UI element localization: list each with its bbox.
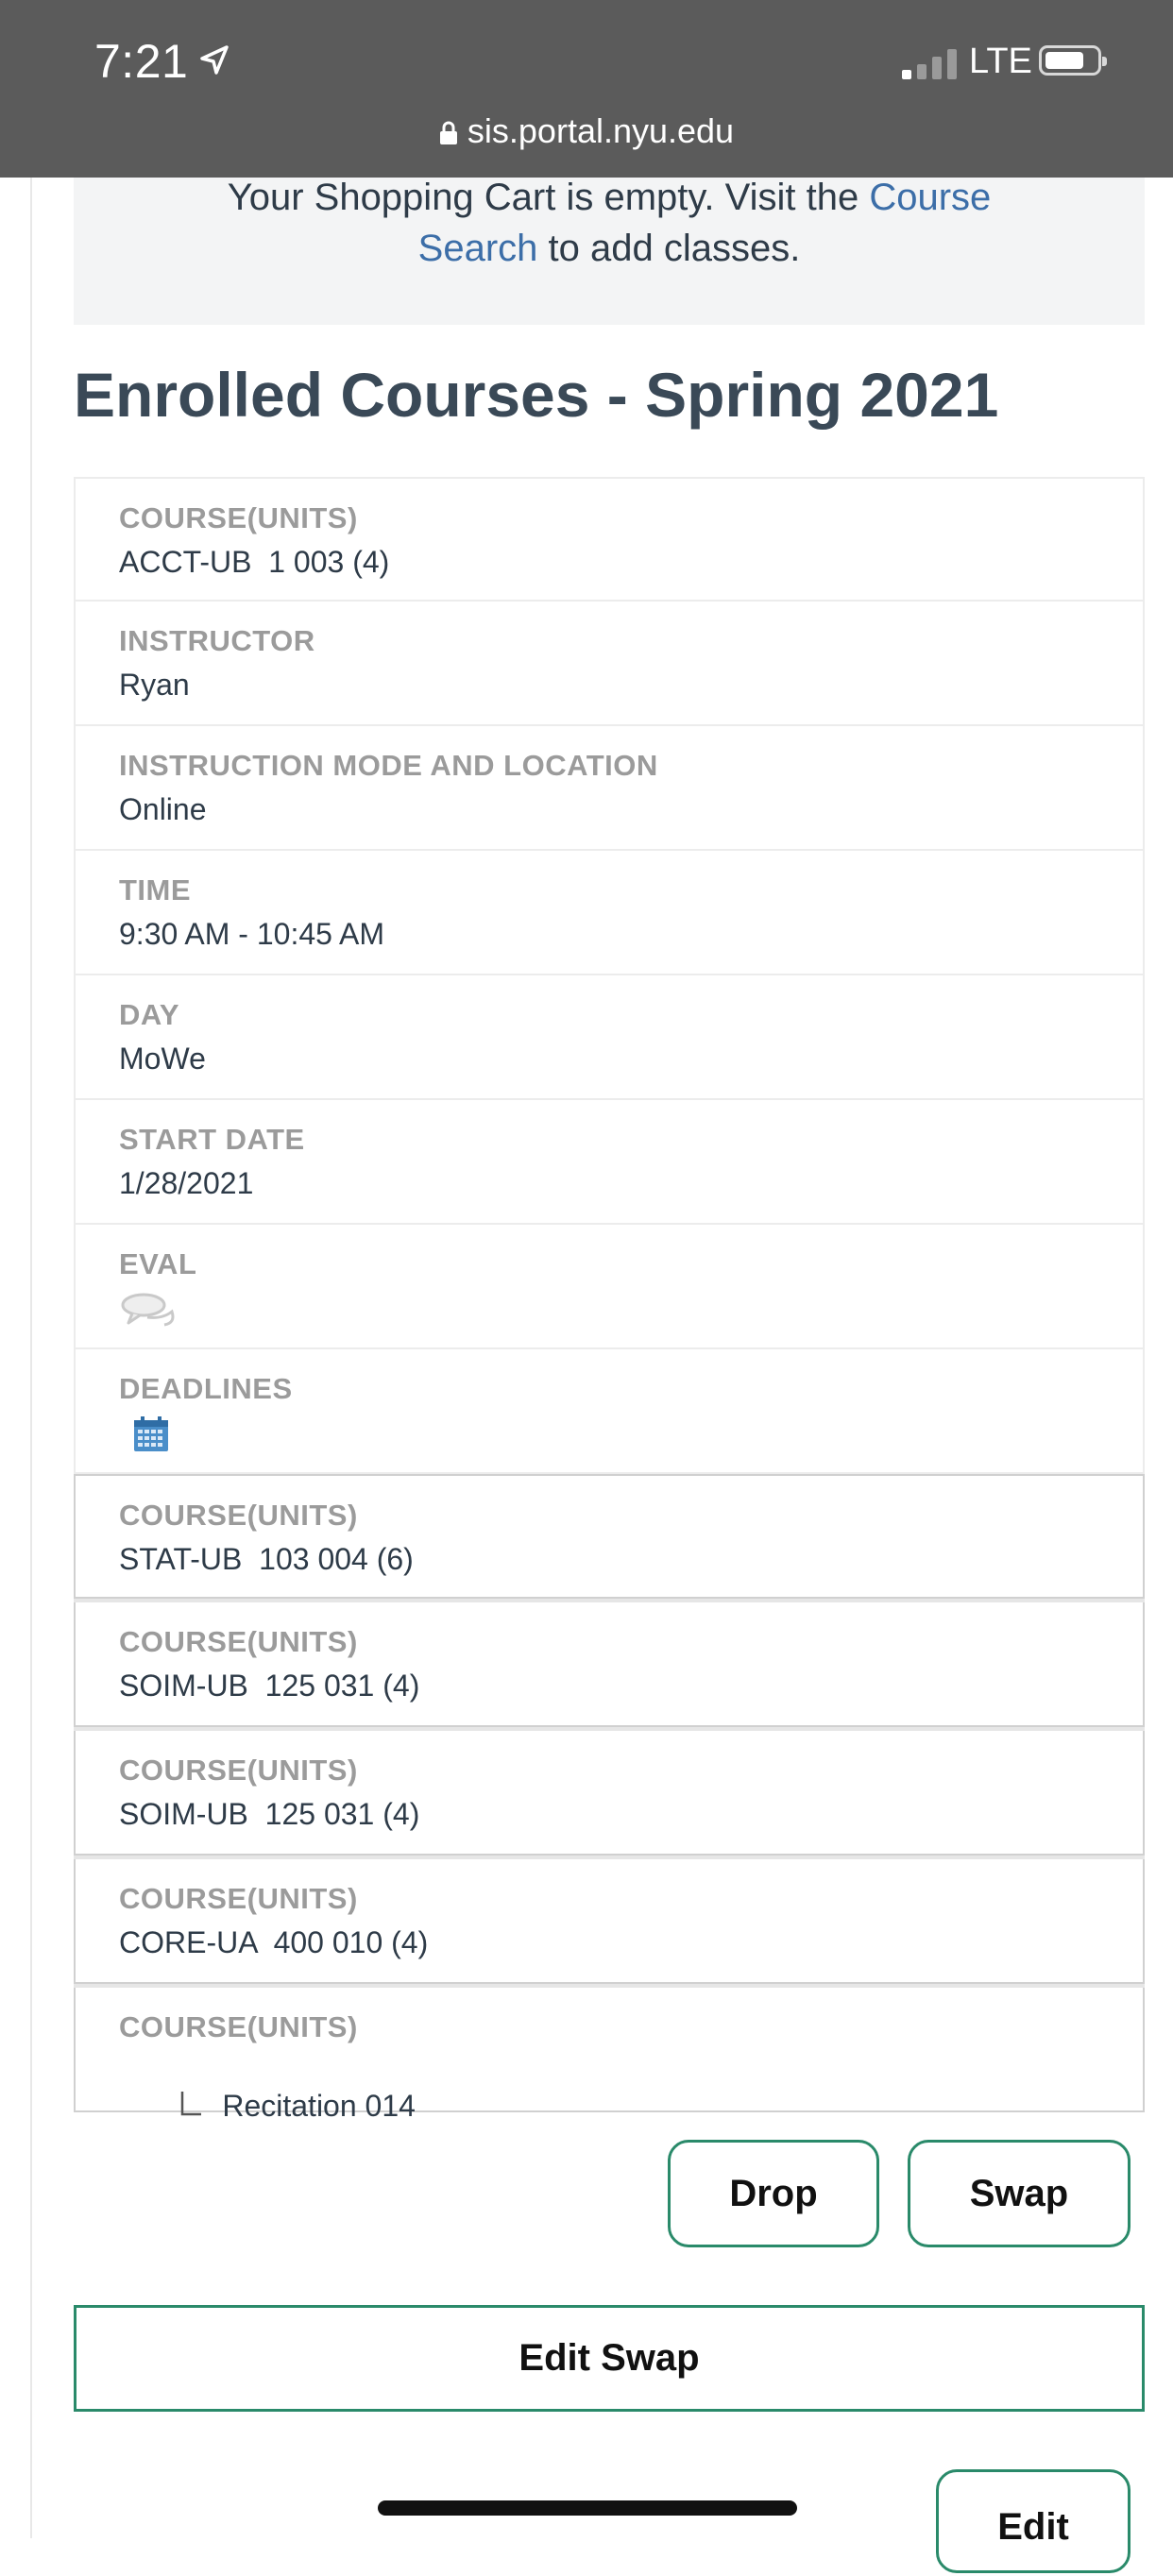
course-units-row: COURSE(UNITS) ACCT-UB 1 003 (4) <box>74 477 1145 602</box>
page-edge <box>30 178 32 2538</box>
swap-button[interactable]: Swap <box>908 2140 1130 2247</box>
row-value: SOIM-UB 125 031 (4) <box>119 1797 420 1831</box>
location-arrow-icon <box>200 45 229 75</box>
row-value: 1/28/2021 <box>119 1166 254 1200</box>
edit-swap-button[interactable]: Edit Swap <box>74 2305 1145 2412</box>
row-label: COURSE(UNITS) <box>119 1625 358 1658</box>
time-row: TIME 9:30 AM - 10:45 AM <box>74 851 1145 975</box>
row-label: COURSE(UNITS) <box>119 1754 358 1787</box>
row-value: CORE-UA 400 010 (4) <box>119 1925 429 1959</box>
course-units-row[interactable]: COURSE(UNITS) SOIM-UB 125 031 (4) <box>74 1602 1145 1727</box>
row-label: INSTRUCTOR <box>119 624 315 657</box>
edit-button[interactable]: Edit <box>936 2469 1130 2573</box>
cart-text-before: Your Shopping Cart is empty. Visit the <box>227 177 870 218</box>
day-row: DAY MoWe <box>74 975 1145 1100</box>
start-date-row: START DATE 1/28/2021 <box>74 1100 1145 1225</box>
row-label: DAY <box>119 998 180 1031</box>
row-value: Ryan <box>119 668 190 702</box>
page-title: Enrolled Courses - Spring 2021 <box>74 360 999 430</box>
speech-bubbles-icon[interactable] <box>119 1291 178 1329</box>
row-label: TIME <box>119 873 192 907</box>
row-value: ACCT-UB 1 003 (4) <box>119 545 390 579</box>
instructor-row: INSTRUCTOR Ryan <box>74 602 1145 726</box>
instruction-mode-row: INSTRUCTION MODE AND LOCATION Online <box>74 726 1145 851</box>
row-value: Online <box>119 792 207 826</box>
network-type: LTE <box>969 42 1032 81</box>
drop-button[interactable]: Drop <box>668 2140 879 2247</box>
calendar-icon[interactable] <box>132 1415 170 1453</box>
row-label: COURSE(UNITS) <box>119 1499 358 1532</box>
course-units-row[interactable]: COURSE(UNITS) CORE-UA 400 010 (4) <box>74 1859 1145 1984</box>
row-value: MoWe <box>119 1042 206 1076</box>
signal-icon <box>902 47 957 79</box>
sub-item-connector-icon <box>181 2092 202 2116</box>
cart-text-after: to add classes. <box>537 228 801 269</box>
deadlines-row: DEADLINES <box>74 1349 1145 1474</box>
battery-icon <box>1039 45 1107 76</box>
row-label: INSTRUCTION MODE AND LOCATION <box>119 749 658 782</box>
row-label: COURSE(UNITS) <box>119 2010 358 2043</box>
recitation-label: Recitation 014 <box>222 2089 416 2123</box>
row-label: COURSE(UNITS) <box>119 501 358 534</box>
row-label: COURSE(UNITS) <box>119 1882 358 1915</box>
course-units-row[interactable]: COURSE(UNITS) STAT-UB 103 004 (6) <box>74 1474 1145 1599</box>
row-label: DEADLINES <box>119 1372 293 1405</box>
enrolled-courses-table: COURSE(UNITS) ACCT-UB 1 003 (4) INSTRUCT… <box>74 477 1145 2123</box>
row-value: 9:30 AM - 10:45 AM <box>119 917 385 951</box>
lock-icon <box>439 122 457 145</box>
row-label: EVAL <box>119 1247 197 1280</box>
address-bar[interactable]: sis.portal.nyu.edu <box>0 111 1173 151</box>
address-url: sis.portal.nyu.edu <box>467 111 735 150</box>
row-value: STAT-UB 103 004 (6) <box>119 1542 414 1576</box>
status-time: 7:21 <box>94 35 189 88</box>
course-units-row[interactable]: COURSE(UNITS) SOIM-UB 125 031 (4) <box>74 1731 1145 1856</box>
row-value: SOIM-UB 125 031 (4) <box>119 1669 420 1703</box>
home-indicator[interactable] <box>378 2500 797 2516</box>
status-bar: 7:21 LTE sis.portal.nyu.edu <box>0 0 1173 178</box>
course-units-row[interactable]: COURSE(UNITS) Recitation 014 <box>74 1988 1145 2123</box>
eval-row: EVAL <box>74 1225 1145 1349</box>
row-label: START DATE <box>119 1123 305 1156</box>
shopping-cart-notice: Your Shopping Cart is empty. Visit the C… <box>74 177 1145 325</box>
